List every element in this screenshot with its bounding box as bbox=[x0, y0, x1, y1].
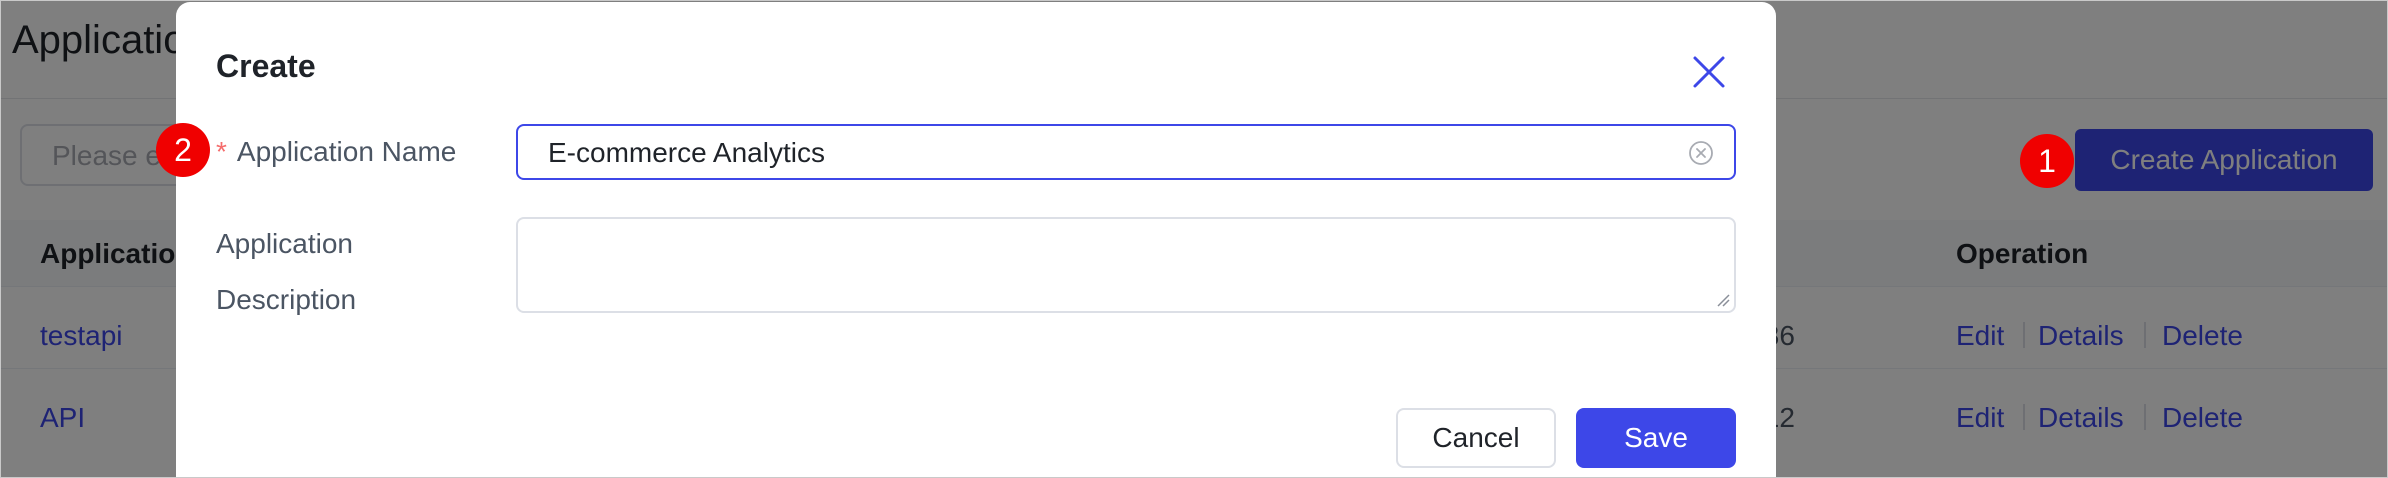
application-description-label-line1: Application bbox=[216, 228, 353, 259]
close-icon bbox=[1693, 56, 1725, 88]
annotation-badge-2: 2 bbox=[156, 123, 210, 177]
application-description-textarea[interactable] bbox=[516, 217, 1736, 313]
dialog-title: Create bbox=[216, 48, 316, 84]
annotation-badge-1: 1 bbox=[2020, 134, 2074, 188]
cancel-button[interactable]: Cancel bbox=[1396, 408, 1556, 468]
required-asterisk: * bbox=[216, 136, 227, 167]
resize-handle-icon[interactable] bbox=[1716, 293, 1730, 307]
application-name-value: E-commerce Analytics bbox=[548, 137, 825, 168]
clear-icon[interactable] bbox=[1688, 140, 1714, 166]
application-name-label: * Application Name bbox=[216, 136, 456, 168]
application-name-input[interactable]: E-commerce Analytics bbox=[516, 124, 1736, 180]
save-button[interactable]: Save bbox=[1576, 408, 1736, 468]
application-description-label-line2: Description bbox=[216, 284, 357, 315]
close-button[interactable] bbox=[1689, 52, 1729, 92]
create-dialog: Create * Application Name E-commerce Anal… bbox=[176, 2, 1776, 478]
application-name-label-text: Application Name bbox=[236, 136, 457, 167]
